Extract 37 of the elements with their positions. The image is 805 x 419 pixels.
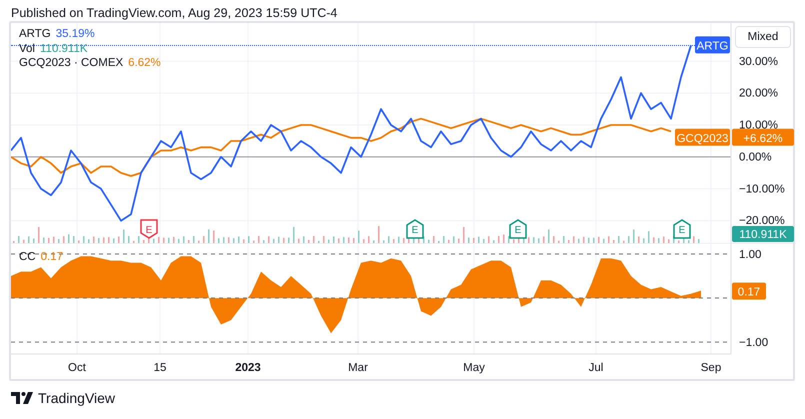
axis-label: 1.00	[739, 249, 762, 261]
legend-value: 110.911K	[40, 42, 88, 56]
time-label: 2023	[235, 362, 261, 374]
axis-label: −1.00	[739, 337, 768, 350]
earnings-marker[interactable]: E	[673, 219, 691, 239]
indicator-value: 0.17	[40, 251, 64, 263]
brand-name: TradingView	[38, 390, 116, 406]
legend-value: 6.62%	[128, 56, 161, 70]
time-label: Jul	[588, 362, 604, 374]
axis-label: 0.00%	[739, 151, 772, 164]
series-label: GCQ2023	[676, 132, 728, 145]
series-tag: ARTG	[695, 36, 730, 54]
axis-label: 30.00%	[739, 56, 778, 68]
legend-symbol: Vol	[19, 42, 35, 56]
publish-info: Published on TradingView.com, Aug 29, 2023 15:59 UTC-4	[10, 5, 338, 21]
scale-mode-button[interactable]: Mixed	[735, 26, 791, 48]
time-label: Sep	[700, 362, 722, 374]
earnings-marker[interactable]: E	[509, 219, 527, 239]
time-label: Mar	[348, 362, 368, 374]
legend-symbol: GCQ2023 · COMEX	[19, 56, 124, 70]
logo-icon	[11, 392, 33, 404]
legend-value: 35.19%	[56, 27, 95, 42]
earnings-marker[interactable]: E	[140, 219, 158, 239]
value-tag: 0.17	[732, 282, 766, 300]
price-tag: +6.62%	[732, 128, 794, 146]
volume-tag: 110.911K	[732, 226, 794, 242]
earnings-marker[interactable]: E	[406, 219, 424, 239]
axis-label: −20.00%	[739, 215, 785, 228]
time-label: Oct	[68, 362, 86, 374]
series-label: ARTG	[696, 40, 728, 52]
axis-label: −10.00%	[739, 183, 785, 196]
indicator-name: CC	[19, 251, 36, 263]
series-tag: GCQ2023	[675, 128, 730, 146]
time-label: 15	[154, 362, 166, 374]
axis-label: 20.00%	[739, 88, 778, 100]
time-label: May	[463, 362, 485, 374]
legend-symbol: ARTG	[19, 27, 51, 42]
